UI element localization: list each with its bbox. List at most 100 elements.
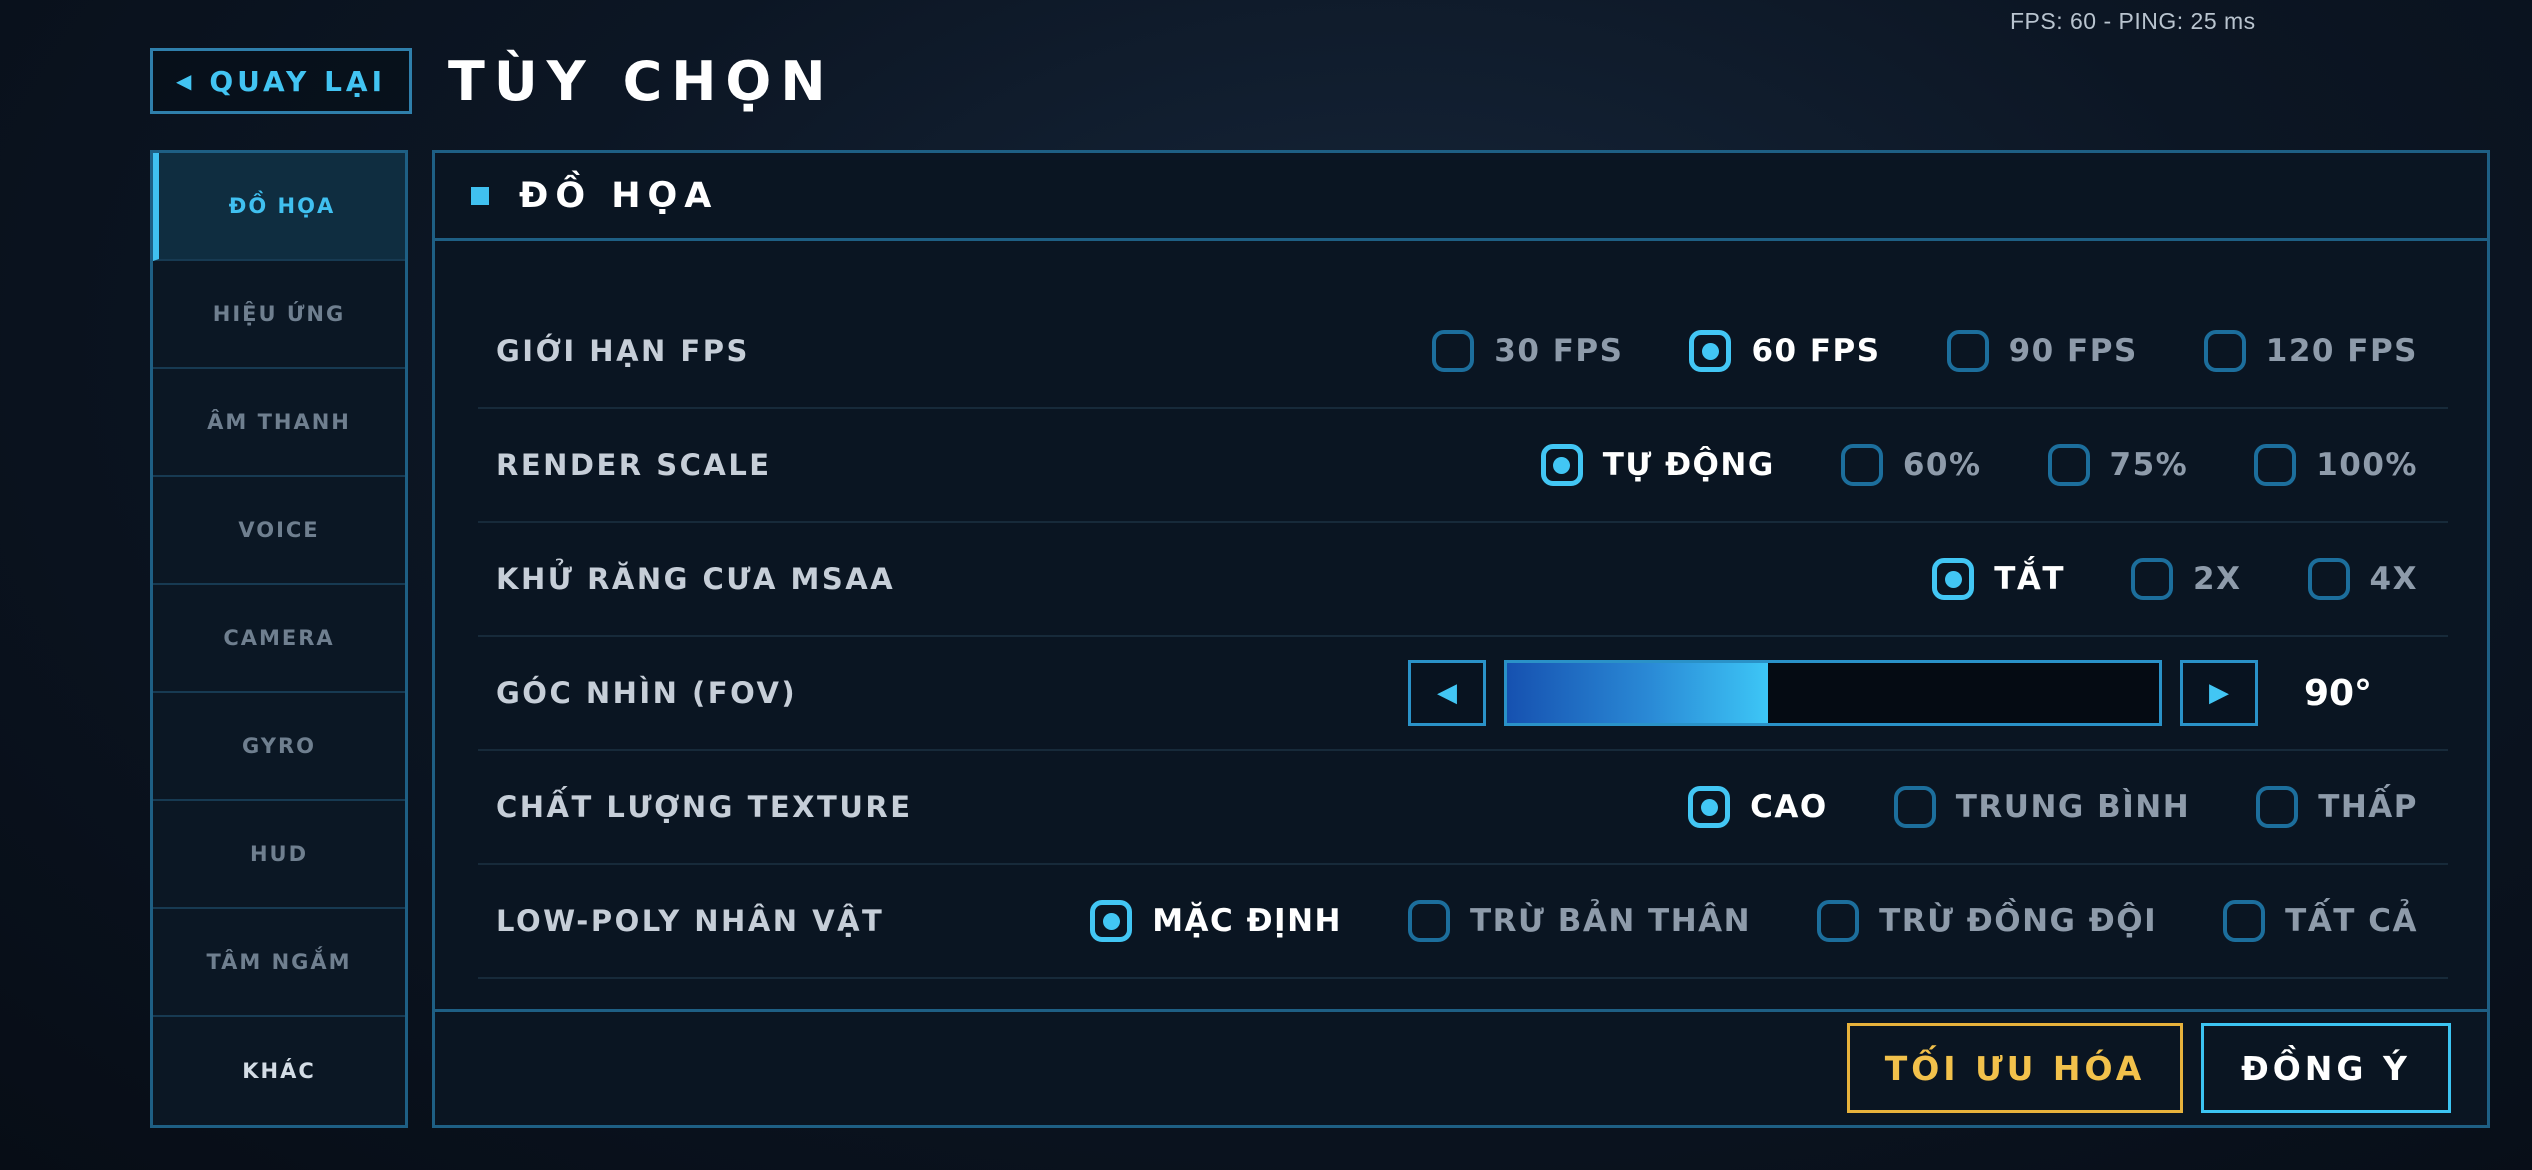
radio-group-render-scale: TỰ ĐỘNG 60% 75% 100% [1540,444,2418,486]
radio-icon [1893,786,1936,828]
radio-option-label: TỰ ĐỘNG [1602,447,1775,483]
fov-slider-track[interactable] [1504,660,2162,726]
radio-option-label: 30 FPS [1494,333,1624,369]
radio-icon [1932,558,1975,600]
fps-ping-readout: FPS: 60 - PING: 25 ms [2010,8,2256,34]
radio-option-4x[interactable]: 4X [2307,558,2418,600]
radio-option-label: TRỪ BẢN THÂN [1469,903,1752,939]
triangle-left-icon: ◀ [175,69,196,93]
radio-group-texture-quality: CAO TRUNG BÌNH THẤP [1688,786,2418,828]
radio-option-high[interactable]: CAO [1688,786,1828,828]
radio-option-label: 90 FPS [2008,333,2138,369]
triangle-right-icon: ▶ [2209,678,2229,708]
sidebar-item-gyro[interactable]: GYRO [153,693,405,801]
panel-header: ĐỒ HỌA [435,153,2487,241]
sidebar-item-hud[interactable]: HUD [153,801,405,909]
radio-icon [1688,786,1731,828]
fov-increase-button[interactable]: ▶ [2180,660,2258,726]
radio-option-except-self[interactable]: TRỪ BẢN THÂN [1407,900,1752,942]
radio-group-msaa: TẮT 2X 4X [1932,558,2418,600]
radio-icon [2254,444,2297,486]
radio-icon [2256,786,2299,828]
settings-sidebar: ĐỒ HỌA HIỆU ỨNG ÂM THANH VOICE CAMERA GY… [150,150,408,1128]
radio-icon [1407,900,1450,942]
radio-icon [1689,330,1732,372]
square-bullet-icon [471,186,489,205]
setting-label: CHẤT LƯỢNG TEXTURE [496,790,913,824]
radio-option-auto[interactable]: TỰ ĐỘNG [1540,444,1775,486]
radio-option-label: 2X [2193,561,2242,597]
sidebar-item-camera[interactable]: CAMERA [153,585,405,693]
radio-option-2x[interactable]: 2X [2131,558,2241,600]
radio-option-label: 4X [2369,561,2418,597]
radio-icon [1540,444,1583,486]
radio-option-90-fps[interactable]: 90 FPS [1946,330,2138,372]
sidebar-item-voice[interactable]: VOICE [153,477,405,585]
radio-option-except-teammates[interactable]: TRỪ ĐỒNG ĐỘI [1817,900,2157,942]
radio-option-off[interactable]: TẮT [1932,558,2065,600]
back-button-label: QUAY LẠI [209,64,386,98]
radio-option-75-percent[interactable]: 75% [2047,444,2189,486]
radio-icon [1432,330,1475,372]
sidebar-item-crosshair[interactable]: TÂM NGẮM [153,909,405,1017]
setting-label: GÓC NHÌN (FOV) [496,676,798,710]
fov-slider-fill [1507,663,1768,723]
setting-row-low-poly: LOW-POLY NHÂN VẬT MẶC ĐỊNH TRỪ BẢN THÂN … [478,865,2448,979]
radio-option-label: CAO [1750,789,1828,825]
radio-option-label: MẶC ĐỊNH [1152,903,1342,939]
back-button[interactable]: ◀ QUAY LẠI [150,48,412,114]
sidebar-item-other[interactable]: KHÁC [153,1017,405,1125]
setting-row-render-scale: RENDER SCALE TỰ ĐỘNG 60% 75% 100% [478,409,2448,523]
setting-label: RENDER SCALE [496,448,772,482]
radio-icon [1946,330,1989,372]
radio-option-low[interactable]: THẤP [2256,786,2418,828]
fov-decrease-button[interactable]: ◀ [1408,660,1486,726]
sidebar-item-sound[interactable]: ÂM THANH [153,369,405,477]
radio-group-low-poly: MẶC ĐỊNH TRỪ BẢN THÂN TRỪ ĐỒNG ĐỘI TẤT C… [1090,900,2418,942]
agree-button[interactable]: ĐỒNG Ý [2201,1023,2451,1113]
panel-title: ĐỒ HỌA [519,175,719,216]
radio-option-30-fps[interactable]: 30 FPS [1432,330,1623,372]
radio-icon [1817,900,1860,942]
radio-option-60-percent[interactable]: 60% [1840,444,1982,486]
radio-option-label: TẮT [1994,561,2066,597]
radio-option-120-fps[interactable]: 120 FPS [2203,330,2418,372]
sidebar-item-effects[interactable]: HIỆU ỨNG [153,261,405,369]
radio-option-label: 120 FPS [2265,333,2418,369]
panel-footer: TỐI ƯU HÓA ĐỒNG Ý [435,1009,2487,1125]
radio-group-fps-limit: 30 FPS 60 FPS 90 FPS 120 FPS [1432,330,2418,372]
optimize-button[interactable]: TỐI ƯU HÓA [1847,1023,2183,1113]
setting-label: LOW-POLY NHÂN VẬT [496,904,885,938]
radio-icon [2131,558,2174,600]
setting-row-fps-limit: GIỚI HẠN FPS 30 FPS 60 FPS 90 FPS 120 FP… [478,295,2448,409]
radio-option-label: TRUNG BÌNH [1955,789,2191,825]
setting-row-msaa: KHỬ RĂNG CƯA MSAA TẮT 2X 4X [478,523,2448,637]
radio-option-label: 75% [2109,447,2189,483]
radio-option-label: 60 FPS [1751,333,1881,369]
fov-slider-control: ◀ ▶ 90° [1408,660,2418,726]
radio-icon [2203,330,2246,372]
radio-icon [2047,444,2090,486]
radio-option-label: TẤT CẢ [2285,903,2418,939]
radio-option-label: THẤP [2318,789,2418,825]
radio-icon [2307,558,2350,600]
radio-option-label: 60% [1902,447,1982,483]
radio-icon [2223,900,2266,942]
graphics-settings-panel: ĐỒ HỌA GIỚI HẠN FPS 30 FPS 60 FPS 90 FPS… [432,150,2490,1128]
radio-option-100-percent[interactable]: 100% [2254,444,2418,486]
sidebar-item-graphics[interactable]: ĐỒ HỌA [153,153,405,261]
setting-label: GIỚI HẠN FPS [496,334,750,368]
triangle-left-icon: ◀ [1437,678,1457,708]
fov-value: 90° [2303,672,2373,714]
radio-option-label: TRỪ ĐỒNG ĐỘI [1879,903,2158,939]
radio-option-60-fps[interactable]: 60 FPS [1689,330,1880,372]
radio-option-default[interactable]: MẶC ĐỊNH [1090,900,1342,942]
setting-label: KHỬ RĂNG CƯA MSAA [496,562,896,596]
radio-icon [1840,444,1883,486]
page-title: TÙY CHỌN [448,50,835,113]
radio-option-label: 100% [2316,447,2418,483]
settings-rows: GIỚI HẠN FPS 30 FPS 60 FPS 90 FPS 120 FP… [478,295,2448,979]
radio-option-medium[interactable]: TRUNG BÌNH [1893,786,2191,828]
radio-icon [1090,900,1133,942]
radio-option-all[interactable]: TẤT CẢ [2223,900,2418,942]
